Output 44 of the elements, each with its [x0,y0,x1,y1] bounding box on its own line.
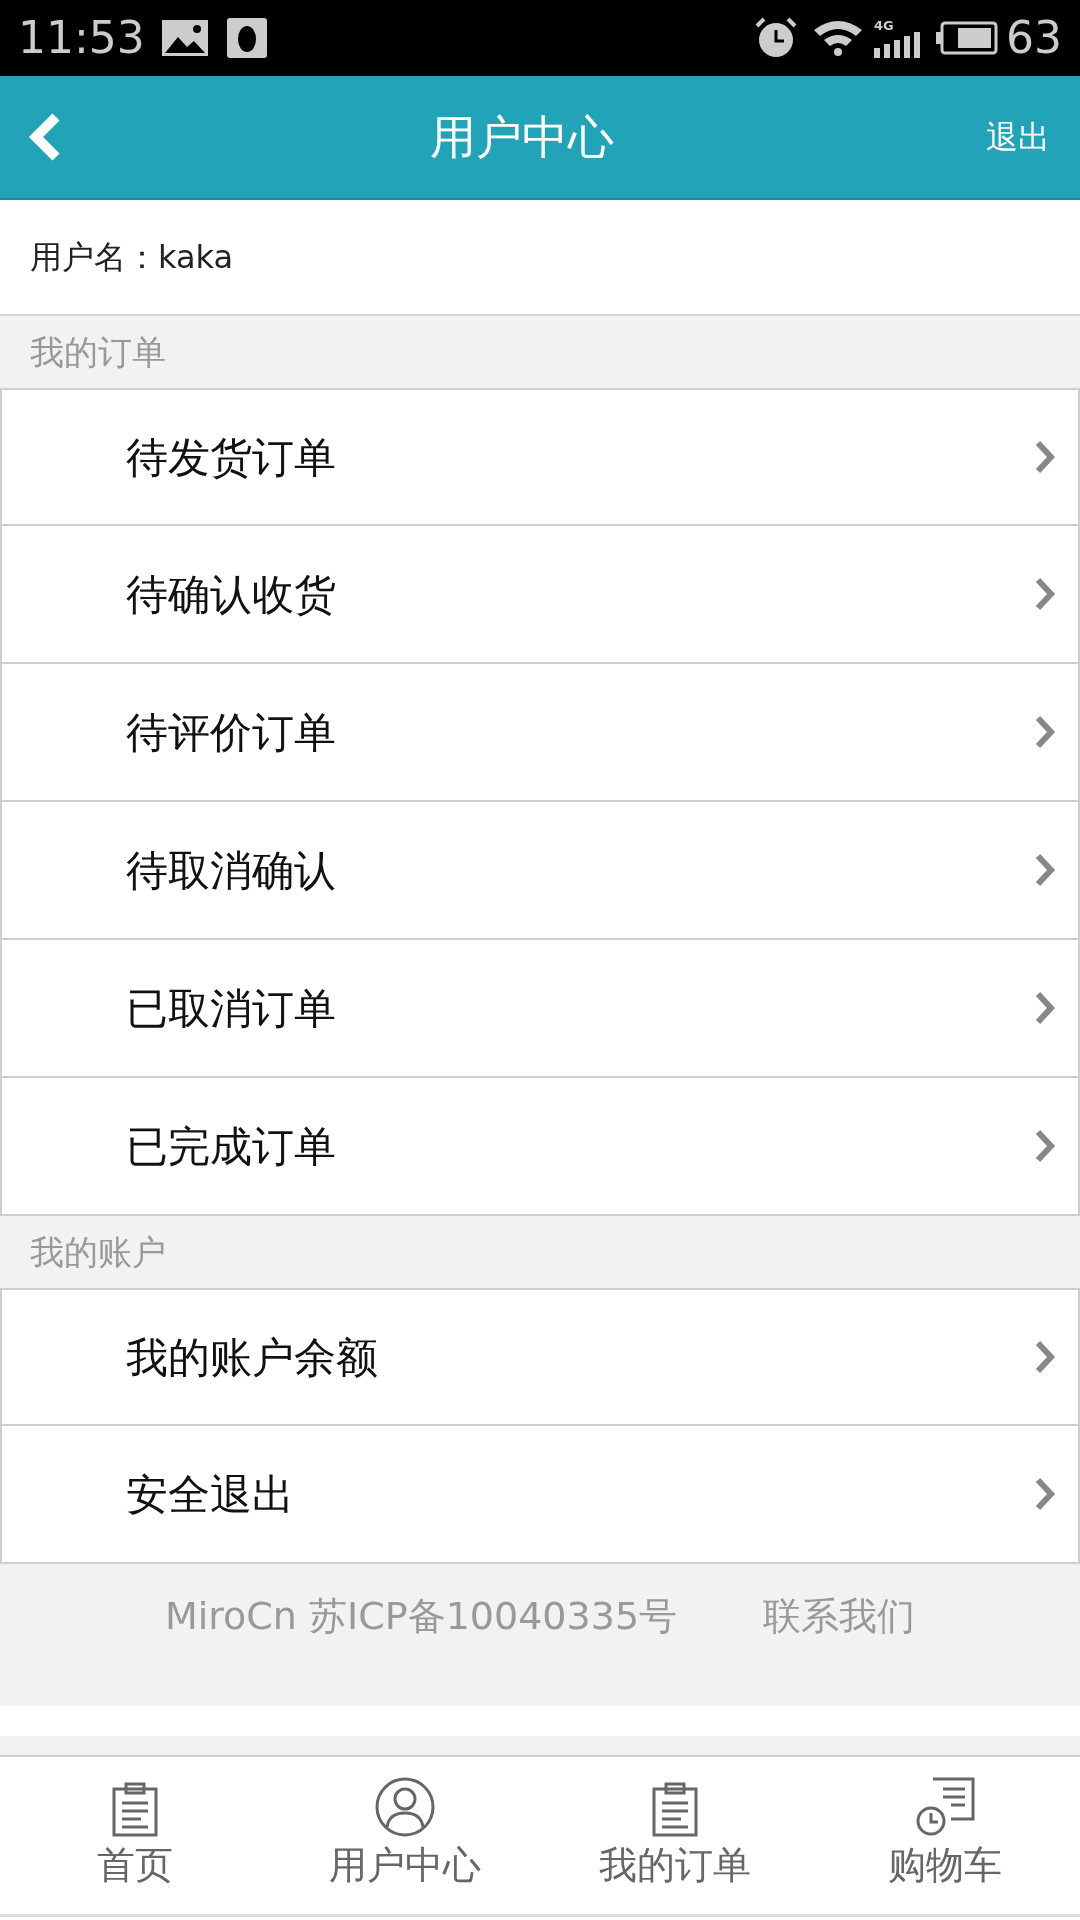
alarm-icon [754,16,798,60]
menu-item-label: 待确认收货 [126,568,336,621]
chevron-right-icon [1034,991,1056,1025]
menu-item-label: 安全退出 [126,1468,294,1521]
chevron-right-icon [1034,853,1056,887]
chevron-right-icon [1034,715,1056,749]
battery-icon [936,21,998,55]
nav-tab[interactable]: 我的订单 [540,1757,810,1914]
menu-item[interactable]: 待发货订单 [0,388,1080,526]
wifi-icon [812,18,864,58]
user-icon [375,1777,435,1837]
nav-tab[interactable]: 用户中心 [270,1757,540,1914]
section-title: 我的账户 [30,1230,166,1274]
signal-icon [874,31,920,58]
menu-item-label: 待取消确认 [126,844,336,897]
menu-item[interactable]: 待确认收货 [0,526,1080,664]
menu-item[interactable]: 待评价订单 [0,664,1080,802]
chevron-right-icon [1034,1340,1056,1374]
document-clock-icon [915,1777,975,1837]
menu-item[interactable]: 安全退出 [0,1426,1080,1564]
menu-item[interactable]: 已完成订单 [0,1078,1080,1216]
menu-item-label: 已完成订单 [126,1120,336,1173]
network-type: 4G [874,18,894,32]
nav-tab[interactable]: 首页 [0,1757,270,1914]
chevron-right-icon [1034,1129,1056,1163]
menu-item[interactable]: 待取消确认 [0,802,1080,940]
menu-item[interactable]: 已取消订单 [0,940,1080,1078]
image-icon [160,19,209,57]
page-title: 用户中心 [430,108,614,166]
menu-item[interactable]: 我的账户余额 [0,1288,1080,1426]
clipboard-icon [651,1781,699,1837]
menu-item-label: 已取消订单 [126,982,336,1035]
chevron-right-icon [1034,1477,1056,1511]
clock-time: 11:53 [18,11,145,65]
section-title: 我的订单 [30,330,166,374]
copyright-text: MiroCn 苏ICP备10040335号 [164,1593,678,1640]
battery-level: 63 [1006,11,1062,65]
nav-tab[interactable]: 购物车 [810,1757,1080,1914]
chevron-right-icon [1034,440,1056,474]
clipboard-icon [111,1781,159,1837]
menu-item-label: 待发货订单 [126,431,336,484]
chevron-right-icon [1034,577,1056,611]
menu-item-label: 待评价订单 [126,706,336,759]
menu-item-label: 我的账户余额 [126,1331,378,1384]
